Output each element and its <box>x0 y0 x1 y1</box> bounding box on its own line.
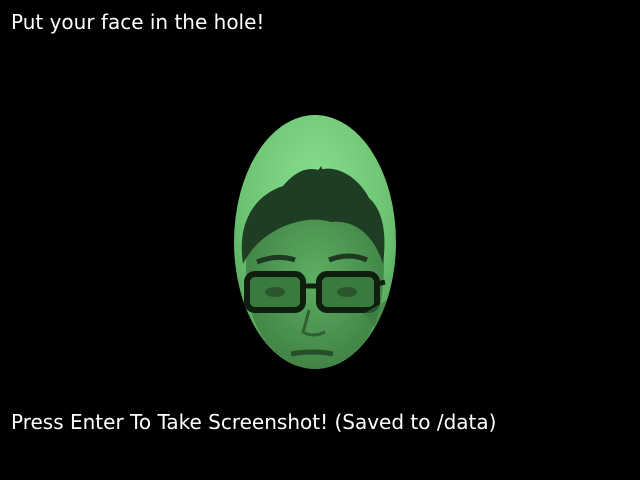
mouth-shape <box>290 349 334 357</box>
face-in-hole-image <box>234 115 396 369</box>
face-prompt-text: Put your face in the hole! <box>11 10 265 34</box>
camera-feed-oval <box>233 114 397 370</box>
app-window: Put your face in the hole! Press Enter T… <box>0 0 640 480</box>
screenshot-instruction-text: Press Enter To Take Screenshot! (Saved t… <box>11 410 497 434</box>
